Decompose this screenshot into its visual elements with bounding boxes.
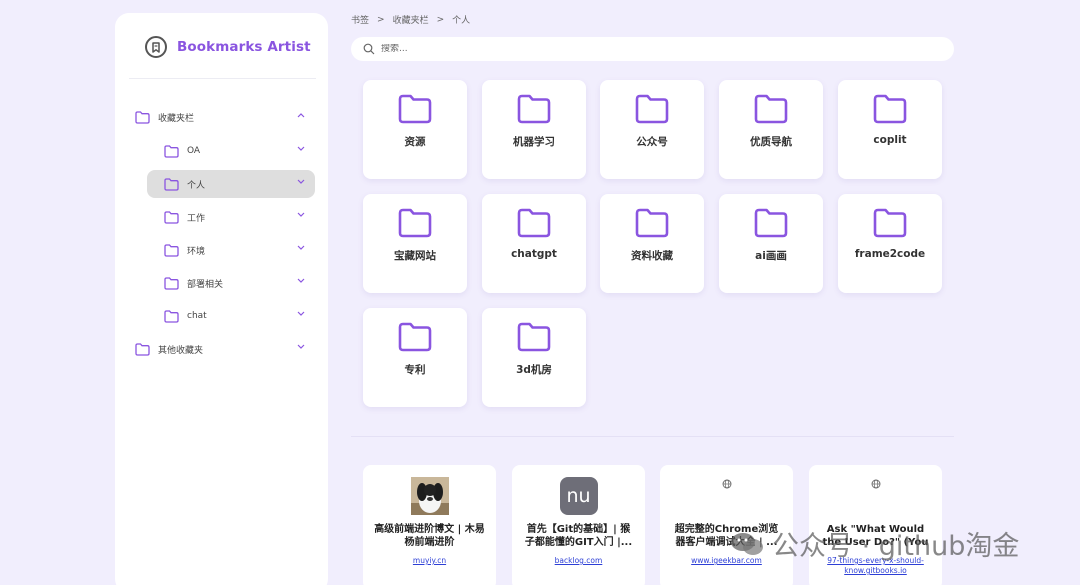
tree-item-other-favorites[interactable]: 其他收藏夹 bbox=[135, 335, 315, 363]
folder-card[interactable]: coplit bbox=[838, 80, 942, 179]
folder-card[interactable]: 资源 bbox=[363, 80, 467, 179]
tree-item-personal[interactable]: 个人 bbox=[147, 170, 315, 198]
bookmark-title: 高级前端进阶博文 | 木易杨前端进阶 bbox=[374, 524, 485, 548]
chevron-down-icon[interactable] bbox=[297, 344, 305, 350]
folder-icon bbox=[398, 94, 432, 124]
folder-name: 宝藏网站 bbox=[394, 250, 436, 262]
tree-item-favorites-bar[interactable]: 收藏夹栏 bbox=[135, 103, 315, 131]
tree-item-label: OA bbox=[187, 146, 201, 156]
tree-item-label: 其他收藏夹 bbox=[158, 345, 204, 356]
folder-name: 公众号 bbox=[636, 136, 668, 148]
chevron-down-icon[interactable] bbox=[297, 146, 305, 152]
folder-icon bbox=[164, 177, 179, 191]
tree-item-label: 环境 bbox=[187, 246, 206, 257]
chevron-down-icon[interactable] bbox=[297, 212, 305, 218]
folder-name: 优质导航 bbox=[750, 136, 792, 148]
folder-icon bbox=[635, 94, 669, 124]
folder-icon bbox=[635, 208, 669, 238]
breadcrumb-item-favorites-bar[interactable]: 收藏夹栏 bbox=[393, 13, 429, 26]
watermark-text: 公众号 · github淘金 bbox=[772, 531, 1020, 562]
tree-item-label: chat bbox=[187, 311, 207, 321]
folder-card[interactable]: 优质导航 bbox=[719, 80, 823, 179]
folder-card[interactable]: 机器学习 bbox=[482, 80, 586, 179]
folder-name: 资料收藏 bbox=[631, 250, 673, 262]
folder-name: 3d机房 bbox=[516, 364, 552, 376]
brand[interactable]: Bookmarks Artist bbox=[145, 35, 311, 59]
bookmark-url[interactable]: backlog.com bbox=[523, 556, 635, 566]
bookmark-title: 首先【Git的基础】| 猴子都能懂的GIT入门 |... bbox=[524, 524, 633, 548]
tree-item-environment[interactable]: 环境 bbox=[164, 236, 315, 264]
tree-item-label: 收藏夹栏 bbox=[158, 113, 195, 124]
folder-icon bbox=[873, 94, 907, 124]
tree-item-work[interactable]: 工作 bbox=[164, 203, 315, 231]
folder-card[interactable]: 3d机房 bbox=[482, 308, 586, 407]
sidebar: Bookmarks Artist 收藏夹栏 OA 个人 工作 环境 部署相关 c… bbox=[115, 13, 328, 585]
folder-card[interactable]: chatgpt bbox=[482, 194, 586, 293]
folder-name: ai画画 bbox=[755, 250, 787, 262]
chevron-down-icon[interactable] bbox=[297, 278, 305, 284]
wechat-icon bbox=[728, 530, 766, 558]
folder-icon bbox=[164, 243, 179, 257]
chevron-down-icon[interactable] bbox=[297, 311, 305, 317]
folder-icon bbox=[517, 322, 551, 352]
folder-name: chatgpt bbox=[511, 248, 557, 260]
search-icon bbox=[363, 43, 375, 55]
bookmark-card[interactable]: nu 首先【Git的基础】| 猴子都能懂的GIT入门 |... backlog.… bbox=[512, 465, 645, 585]
globe-icon bbox=[722, 477, 732, 491]
folder-name: frame2code bbox=[854, 248, 926, 260]
folder-icon bbox=[517, 208, 551, 238]
divider bbox=[129, 78, 316, 79]
globe-icon bbox=[871, 477, 881, 491]
folder-name: coplit bbox=[873, 134, 907, 146]
folder-card[interactable]: ai画画 bbox=[719, 194, 823, 293]
folder-icon bbox=[164, 309, 179, 323]
tree-item-label: 部署相关 bbox=[187, 279, 224, 290]
app-name: Bookmarks Artist bbox=[177, 39, 311, 55]
folder-card[interactable]: 专利 bbox=[363, 308, 467, 407]
chevron-up-icon[interactable] bbox=[297, 112, 305, 118]
tree-item-label: 个人 bbox=[187, 180, 206, 191]
tree-item-chat[interactable]: chat bbox=[164, 302, 315, 330]
folder-card[interactable]: 宝藏网站 bbox=[363, 194, 467, 293]
folder-icon bbox=[164, 210, 179, 224]
tree-item-deployment[interactable]: 部署相关 bbox=[164, 269, 315, 297]
bookmark-url[interactable]: muyiy.cn bbox=[374, 556, 486, 566]
folder-name: 专利 bbox=[404, 364, 426, 376]
breadcrumb: 书签 > 收藏夹栏 > 个人 bbox=[351, 13, 470, 27]
dog-photo-thumbnail bbox=[410, 477, 449, 515]
nu-logo-thumbnail: nu bbox=[559, 477, 598, 515]
folder-icon bbox=[754, 94, 788, 124]
breadcrumb-separator: > bbox=[377, 14, 385, 25]
folder-icon bbox=[398, 208, 432, 238]
chevron-down-icon[interactable] bbox=[297, 245, 305, 251]
search-bar bbox=[351, 37, 954, 61]
breadcrumb-item-bookmarks[interactable]: 书签 bbox=[351, 13, 369, 26]
folder-icon bbox=[164, 144, 179, 158]
folder-icon bbox=[398, 322, 432, 352]
search-input[interactable] bbox=[381, 44, 881, 54]
folder-name: 机器学习 bbox=[513, 136, 555, 148]
tree-item-label: 工作 bbox=[187, 213, 206, 224]
folder-icon bbox=[135, 110, 150, 124]
folder-icon bbox=[873, 208, 907, 238]
breadcrumb-separator: > bbox=[436, 14, 445, 25]
nu-logo-text: nu bbox=[559, 477, 598, 515]
breadcrumb-item-personal[interactable]: 个人 bbox=[452, 13, 470, 26]
folder-icon bbox=[164, 276, 179, 290]
tree-item-oa[interactable]: OA bbox=[164, 137, 315, 165]
folder-card[interactable]: 公众号 bbox=[600, 80, 704, 179]
folder-card[interactable]: 资料收藏 bbox=[600, 194, 704, 293]
divider bbox=[351, 436, 954, 437]
folder-icon bbox=[754, 208, 788, 238]
folder-card[interactable]: frame2code bbox=[838, 194, 942, 293]
bookmark-icon bbox=[145, 36, 167, 58]
chevron-down-icon[interactable] bbox=[297, 179, 305, 185]
folder-icon bbox=[135, 342, 150, 356]
folder-name: 资源 bbox=[404, 136, 426, 148]
folder-icon bbox=[517, 94, 551, 124]
watermark: 公众号 · github淘金 bbox=[728, 524, 1019, 563]
bookmark-card[interactable]: 高级前端进阶博文 | 木易杨前端进阶 muyiy.cn bbox=[363, 465, 496, 585]
